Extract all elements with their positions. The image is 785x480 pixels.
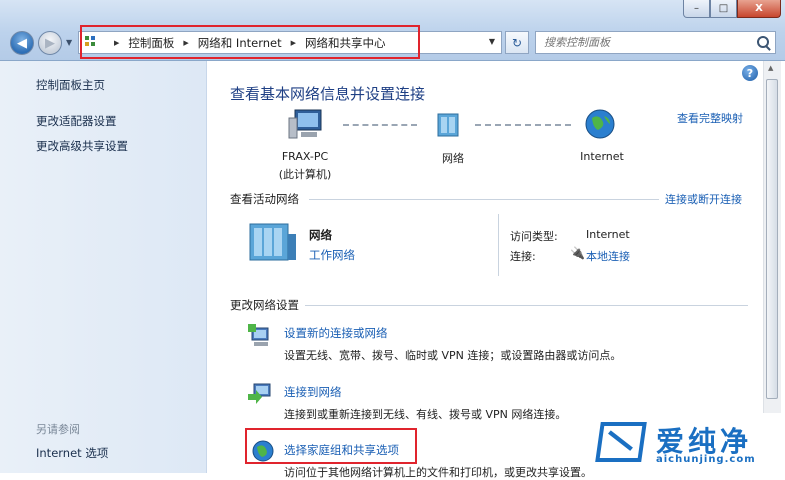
work-network-icon[interactable] xyxy=(248,220,298,262)
search-icon[interactable] xyxy=(757,36,769,48)
this-computer-label: (此计算机) xyxy=(278,168,332,181)
homegroup-icon[interactable] xyxy=(251,439,275,465)
task-connect-network-desc: 连接到或重新连接到无线、有线、拨号或 VPN 网络连接。 xyxy=(284,408,567,421)
access-type-value: Internet xyxy=(586,228,630,241)
section-divider xyxy=(309,199,659,200)
address-bar[interactable]: ▶ 控制面板 ▶ 网络和 Internet ▶ 网络和共享中心 ▼ xyxy=(78,31,502,54)
close-button[interactable]: X xyxy=(737,0,781,18)
back-button[interactable]: ◀ xyxy=(10,31,34,55)
address-dropdown-icon[interactable]: ▼ xyxy=(489,37,495,46)
view-full-map-link[interactable]: 查看完整映射 xyxy=(677,110,743,126)
search-input[interactable] xyxy=(542,35,756,50)
scroll-up-icon[interactable]: ▲ xyxy=(768,64,773,72)
network-type-link[interactable]: 工作网络 xyxy=(309,247,355,263)
sidebar: 控制面板主页 更改适配器设置 更改高级共享设置 另请参阅 Internet 选项 xyxy=(0,61,207,473)
watermark-url: aichunjing.com xyxy=(656,454,756,465)
internet-globe-icon[interactable] xyxy=(584,108,616,140)
task-homegroup-sharing-desc: 访问位于其他网络计算机上的文件和打印机，或更改共享设置。 xyxy=(284,466,592,479)
sidebar-item-adapter-settings[interactable]: 更改适配器设置 xyxy=(36,113,117,129)
page-title: 查看基本网络信息并设置连接 xyxy=(230,85,426,103)
connect-disconnect-link[interactable]: 连接或断开连接 xyxy=(665,191,742,207)
change-settings-heading: 更改网络设置 xyxy=(230,298,299,312)
help-icon[interactable]: ? xyxy=(742,65,758,81)
breadcrumb-separator-icon[interactable]: ▶ xyxy=(183,39,188,47)
breadcrumb-network-sharing-center[interactable]: 网络和共享中心 xyxy=(305,35,386,51)
network-icon[interactable] xyxy=(436,110,462,138)
minimize-button[interactable]: – xyxy=(683,0,710,18)
breadcrumb-separator-icon[interactable]: ▶ xyxy=(291,39,296,47)
section-divider xyxy=(305,305,748,306)
recent-pages-dropdown[interactable]: ▼ xyxy=(66,38,72,47)
connection-line xyxy=(475,124,571,128)
vertical-scrollbar[interactable]: ▲ xyxy=(763,61,781,413)
internet-label: Internet xyxy=(580,150,624,163)
task-setup-connection[interactable]: 设置新的连接或网络 xyxy=(284,325,388,341)
sidebar-item-internet-options[interactable]: Internet 选项 xyxy=(36,445,108,461)
ethernet-plug-icon: 🔌 xyxy=(570,246,585,260)
watermark: 爱纯净 aichunjing.com xyxy=(590,416,785,473)
breadcrumb: ▶ 控制面板 ▶ 网络和 Internet ▶ 网络和共享中心 xyxy=(105,35,386,51)
control-panel-icon xyxy=(85,35,99,50)
sidebar-item-advanced-sharing[interactable]: 更改高级共享设置 xyxy=(36,138,128,154)
active-network-name: 网络 xyxy=(309,228,332,242)
local-connection-link[interactable]: 本地连接 xyxy=(586,248,630,264)
breadcrumb-network-internet[interactable]: 网络和 Internet xyxy=(198,35,282,51)
connections-label: 连接: xyxy=(510,250,536,263)
task-connect-network[interactable]: 连接到网络 xyxy=(284,384,342,400)
breadcrumb-control-panel[interactable]: 控制面板 xyxy=(128,35,174,51)
computer-name-label: FRAX-PC xyxy=(281,150,329,163)
refresh-button[interactable]: ↻ xyxy=(505,31,529,54)
forward-button[interactable]: ▶ xyxy=(38,31,62,55)
search-box[interactable] xyxy=(535,31,776,54)
task-homegroup-sharing[interactable]: 选择家庭组和共享选项 xyxy=(284,442,399,458)
active-networks-heading: 查看活动网络 xyxy=(230,192,299,206)
window-controls: – □ X xyxy=(683,0,781,18)
scrollbar-thumb[interactable] xyxy=(766,79,778,399)
vertical-divider xyxy=(498,214,499,276)
sidebar-item-control-panel-home[interactable]: 控制面板主页 xyxy=(36,77,105,93)
network-label: 网络 xyxy=(442,152,464,165)
see-also-heading: 另请参阅 xyxy=(36,423,80,436)
task-setup-connection-desc: 设置无线、宽带、拨号、临时或 VPN 连接；或设置路由器或访问点。 xyxy=(284,349,622,362)
breadcrumb-separator-icon[interactable]: ▶ xyxy=(114,39,119,47)
access-type-label: 访问类型: xyxy=(510,230,558,243)
connect-network-icon[interactable] xyxy=(248,380,274,406)
connection-line xyxy=(343,124,417,128)
new-connection-icon[interactable] xyxy=(248,322,274,348)
computer-icon[interactable] xyxy=(287,108,323,140)
watermark-logo-icon xyxy=(595,422,647,462)
maximize-button[interactable]: □ xyxy=(710,0,737,18)
